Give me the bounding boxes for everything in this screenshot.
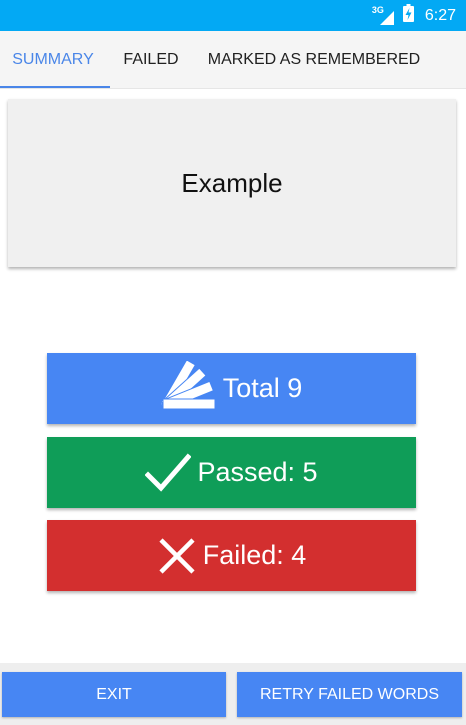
active-tab-indicator — [0, 86, 110, 88]
exit-button[interactable]: EXIT — [2, 672, 226, 717]
total-label: Total 9 — [222, 373, 303, 403]
word-card: Example — [8, 99, 456, 267]
passed-button[interactable]: Passed: 5 — [47, 437, 416, 508]
close-icon — [157, 536, 197, 576]
failed-button[interactable]: Failed: 4 — [47, 520, 416, 591]
cards-fan-icon — [160, 360, 217, 417]
battery-charging-icon — [402, 4, 414, 27]
retry-failed-words-button[interactable]: RETRY FAILED WORDS — [237, 672, 462, 717]
status-time: 6:27 — [424, 6, 456, 24]
tab-bar: SUMMARY FAILED MARKED AS REMEMBERED — [0, 31, 466, 89]
total-button[interactable]: Total 9 — [47, 353, 416, 424]
tab-summary[interactable]: SUMMARY — [0, 31, 106, 88]
check-icon — [145, 452, 192, 493]
tab-marked-as-remembered[interactable]: MARKED AS REMEMBERED — [200, 31, 428, 88]
word-text: Example — [181, 167, 283, 198]
cellular-signal-icon: 3G — [372, 5, 394, 25]
passed-label: Passed: 5 — [197, 457, 318, 487]
tab-failed[interactable]: FAILED — [118, 31, 184, 88]
failed-label: Failed: 4 — [202, 540, 307, 570]
bottom-action-bar: EXIT RETRY FAILED WORDS — [0, 663, 466, 725]
status-bar: 3G 6:27 — [0, 0, 466, 31]
